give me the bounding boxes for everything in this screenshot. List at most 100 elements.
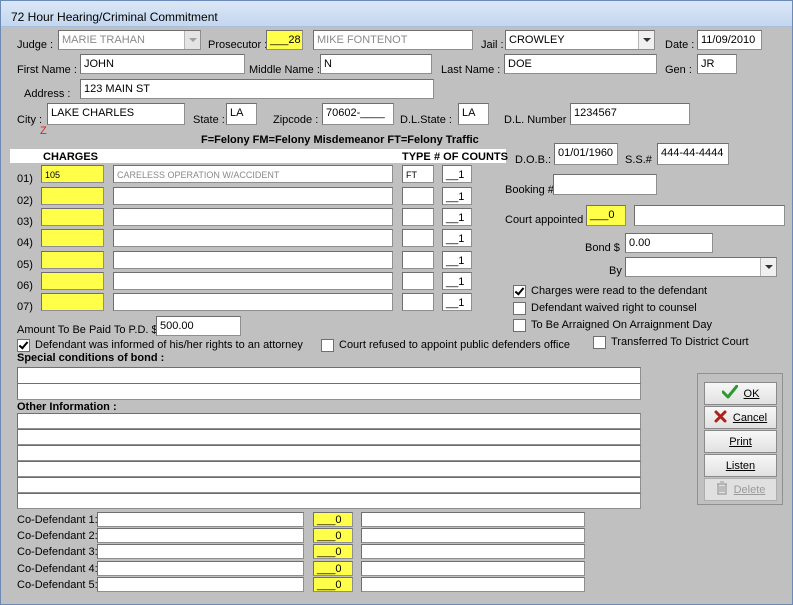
last-name-input[interactable]: DOE (504, 54, 657, 74)
codefendant-detail-input[interactable] (361, 528, 585, 543)
ss-input[interactable]: 444-44-4444 (657, 143, 729, 165)
codefendant-code-value: ___0 (317, 530, 342, 542)
charges-read-checkbox[interactable] (513, 285, 526, 298)
other-info-line-4[interactable] (17, 461, 641, 477)
codefendant-code-input[interactable]: ___0 (313, 512, 353, 527)
charge-count-value: __1 (446, 297, 465, 309)
zipcode-input[interactable]: 70602-____ (322, 103, 394, 125)
prosecutor-name-field: MIKE FONTENOT (313, 30, 473, 50)
special-conditions-line-1[interactable] (17, 367, 641, 384)
rights-informed-checkbox[interactable] (17, 339, 30, 352)
charge-code-input[interactable] (41, 187, 104, 205)
charge-row: 03) __1 (7, 208, 497, 228)
delete-button[interactable]: Delete (704, 478, 777, 501)
gen-input[interactable]: JR (697, 54, 737, 74)
charge-description-input[interactable] (113, 251, 393, 269)
judge-value: MARIE TRAHAN (62, 34, 145, 46)
charge-code-input[interactable] (41, 229, 104, 247)
first-name-input[interactable]: JOHN (80, 54, 245, 74)
charge-description-value: CARELESS OPERATION W/ACCIDENT (117, 170, 280, 180)
charge-description-input[interactable] (113, 293, 393, 311)
judge-select[interactable]: MARIE TRAHAN (58, 30, 201, 50)
ok-button[interactable]: OK (704, 382, 777, 405)
arraignment-day-checkbox[interactable] (513, 319, 526, 332)
prosecutor-code-input[interactable]: ___28 (266, 30, 303, 50)
codefendant-detail-input[interactable] (361, 512, 585, 527)
charge-code-input[interactable]: 105 (41, 165, 104, 183)
jail-select[interactable]: CROWLEY (505, 30, 655, 50)
charge-code-input[interactable] (41, 251, 104, 269)
date-input[interactable]: 11/09/2010 (697, 30, 762, 50)
charge-code-input[interactable] (41, 272, 104, 290)
address-input[interactable]: 123 MAIN ST (80, 79, 434, 99)
charge-type-input[interactable] (402, 272, 434, 290)
codefendant-name-input[interactable] (97, 561, 304, 576)
cancel-button[interactable]: Cancel (704, 406, 777, 429)
charge-type-input[interactable]: FT (402, 165, 434, 183)
dl-number-input[interactable]: 1234567 (570, 103, 690, 125)
charge-code-input[interactable] (41, 208, 104, 226)
listen-button[interactable]: Listen (704, 454, 777, 477)
print-button[interactable]: Print (704, 430, 777, 453)
charge-count-input[interactable]: __1 (442, 208, 472, 226)
codefendant-code-input[interactable]: ___0 (313, 544, 353, 559)
charge-count-input[interactable]: __1 (442, 293, 472, 311)
chevron-down-icon[interactable] (638, 31, 654, 49)
charge-count-input[interactable]: __1 (442, 251, 472, 269)
transferred-district-checkbox[interactable] (593, 336, 606, 349)
codefendant-label: Co-Defendant 5: (17, 579, 98, 591)
charge-type-input[interactable] (402, 293, 434, 311)
court-appointed-name-field[interactable] (634, 205, 785, 226)
other-info-line-5[interactable] (17, 477, 641, 493)
codefendant-label: Co-Defendant 1: (17, 514, 98, 526)
booking-input[interactable] (553, 174, 657, 195)
other-info-line-2[interactable] (17, 429, 641, 445)
other-info-line-6[interactable] (17, 493, 641, 509)
court-refused-checkbox[interactable] (321, 339, 334, 352)
jail-value: CROWLEY (509, 34, 565, 46)
codefendant-detail-input[interactable] (361, 577, 585, 592)
other-info-line-1[interactable] (17, 413, 641, 429)
codefendant-code-input[interactable]: ___0 (313, 577, 353, 592)
bond-label: Bond $ (585, 242, 620, 254)
codefendant-name-input[interactable] (97, 577, 304, 592)
special-conditions-line-2[interactable] (17, 383, 641, 400)
charge-count-input[interactable]: __1 (442, 187, 472, 205)
charge-count-input[interactable]: __1 (442, 229, 472, 247)
charge-description-input[interactable] (113, 187, 393, 205)
charge-description-input[interactable] (113, 272, 393, 290)
court-appointed-code-input[interactable]: ___0 (586, 205, 626, 226)
payment-input[interactable]: 500.00 (156, 316, 241, 336)
other-info-line-3[interactable] (17, 445, 641, 461)
codefendant-detail-input[interactable] (361, 561, 585, 576)
bond-input[interactable]: 0.00 (625, 233, 713, 253)
codefendant-code-input[interactable]: ___0 (313, 561, 353, 576)
codefendant-detail-input[interactable] (361, 544, 585, 559)
charge-type-input[interactable] (402, 229, 434, 247)
dl-state-input[interactable]: LA (458, 103, 489, 125)
zipcode-label: Zipcode : (273, 114, 319, 126)
chevron-down-icon[interactable] (760, 258, 776, 276)
dob-input[interactable]: 01/01/1960 (554, 143, 618, 165)
charge-count-input[interactable]: __1 (442, 272, 472, 290)
by-select[interactable] (625, 257, 777, 277)
charge-description-input[interactable] (113, 208, 393, 226)
charge-description-input[interactable] (113, 229, 393, 247)
codefendant-code-input[interactable]: ___0 (313, 528, 353, 543)
charge-code-input[interactable] (41, 293, 104, 311)
charge-count-value: __1 (446, 191, 465, 203)
ok-label: OK (743, 387, 760, 400)
charge-type-input[interactable] (402, 208, 434, 226)
charge-description-input[interactable]: CARELESS OPERATION W/ACCIDENT (113, 165, 393, 183)
chevron-down-icon[interactable] (184, 31, 200, 49)
waived-counsel-checkbox[interactable] (513, 302, 526, 315)
codefendant-name-input[interactable] (97, 528, 304, 543)
charge-count-input[interactable]: __1 (442, 165, 472, 183)
state-input[interactable]: LA (226, 103, 257, 125)
codefendant-name-input[interactable] (97, 544, 304, 559)
city-input[interactable]: LAKE CHARLES (47, 103, 185, 125)
charge-type-input[interactable] (402, 187, 434, 205)
middle-name-input[interactable]: N (320, 54, 432, 74)
charge-type-input[interactable] (402, 251, 434, 269)
codefendant-name-input[interactable] (97, 512, 304, 527)
